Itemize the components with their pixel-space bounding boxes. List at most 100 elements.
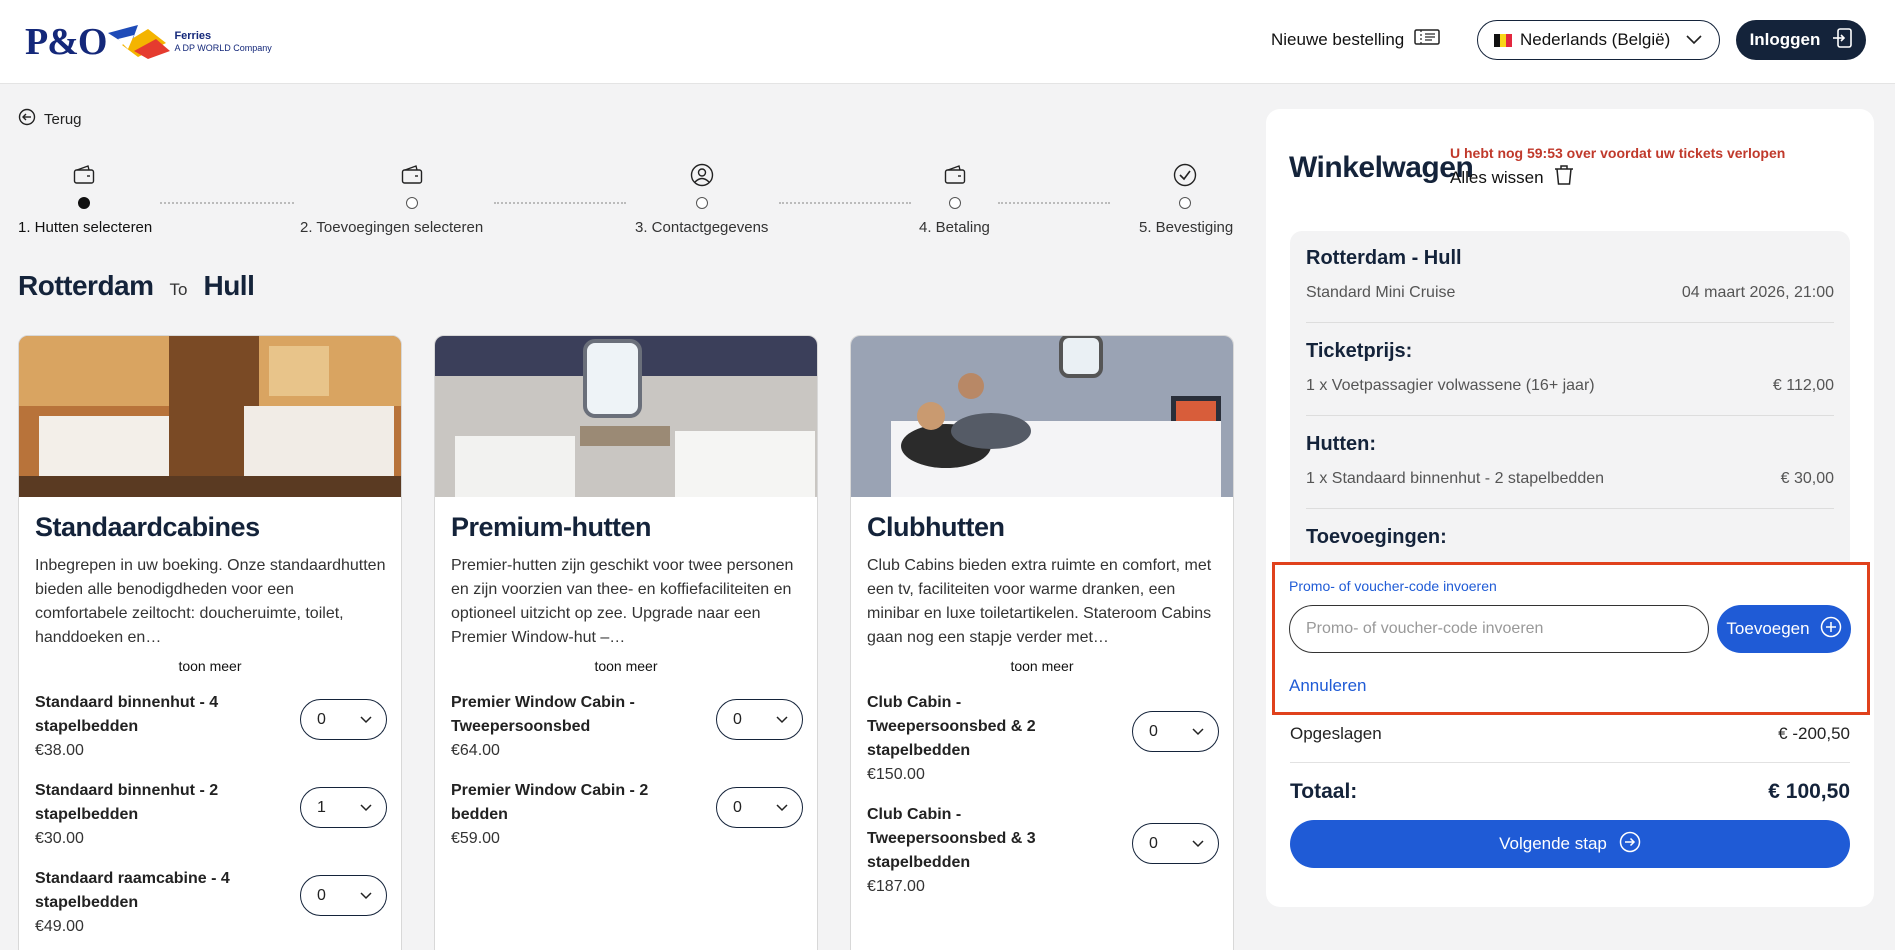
cabin-option: Standaard raamcabine - 4 stapelbedden €4… <box>35 867 387 939</box>
cart-product-row: Standard Mini Cruise 04 maart 2026, 21:0… <box>1306 284 1834 302</box>
quantity-select[interactable]: 0 <box>1132 823 1219 864</box>
promo-label: Promo- of voucher-code invoeren <box>1289 578 1497 594</box>
total-row: Totaal: € 100,50 <box>1290 780 1850 804</box>
ticket-line: 1 x Voetpassagier volwassene (16+ jaar) <box>1306 377 1595 394</box>
step-label: 1. Hutten selecteren <box>18 219 153 236</box>
language-selector[interactable]: Nederlands (België) <box>1477 20 1720 60</box>
option-name: Standaard binnenhut - 4 stapelbedden <box>35 694 219 735</box>
next-step-label: Volgende stap <box>1499 834 1607 853</box>
promo-cancel-link[interactable]: Annuleren <box>1289 676 1367 696</box>
login-label: Inloggen <box>1749 30 1821 49</box>
cabin-card-standard: Standaardcabines Inbegrepen in uw boekin… <box>18 335 402 950</box>
new-order-label: Nieuwe bestelling <box>1271 29 1405 49</box>
expiry-timer: U hebt nog 59:53 over voordat uw tickets… <box>1450 145 1786 161</box>
quantity-value: 1 <box>317 798 326 816</box>
option-price: €49.00 <box>35 918 84 935</box>
clear-all-button[interactable]: Alles wissen <box>1450 164 1574 191</box>
arrow-left-circle-icon <box>18 108 36 130</box>
chevron-down-icon <box>776 799 788 817</box>
card-description: Premier-hutten zijn geschikt voor twee p… <box>451 557 794 646</box>
divider <box>1290 762 1850 763</box>
cabin-photo <box>19 336 401 497</box>
cart-date: 04 maart 2026, 21:00 <box>1681 284 1834 301</box>
cabin-photo <box>851 336 1233 497</box>
step-dot <box>696 197 708 209</box>
cabin-price: € 30,00 <box>1780 470 1834 487</box>
quantity-value: 0 <box>317 886 326 904</box>
card-title: Standaardcabines <box>35 512 260 542</box>
cart-items: Rotterdam - Hull Standard Mini Cruise 04… <box>1290 231 1850 591</box>
cabin-option: Club Cabin - Tweepersoonsbed & 2 stapelb… <box>867 691 1219 787</box>
quantity-select[interactable]: 1 <box>300 787 387 828</box>
brand-logo[interactable]: P&O Ferries A DP WORLD Company <box>25 21 272 63</box>
chevron-down-icon <box>1192 723 1204 741</box>
option-name: Standaard raamcabine - 4 stapelbedden <box>35 870 230 911</box>
chevron-down-icon <box>1686 30 1702 50</box>
ticket-price: € 112,00 <box>1772 377 1834 394</box>
step-label: 4. Betaling <box>919 219 990 236</box>
brand-flag-icon <box>108 25 172 59</box>
card-description: Inbegrepen in uw boeking. Onze standaard… <box>35 557 386 646</box>
step-connector <box>998 202 1110 204</box>
option-price: €187.00 <box>867 878 925 895</box>
chevron-down-icon <box>776 711 788 729</box>
cabin-card-premium: Premium-hutten Premier-hutten zijn gesch… <box>434 335 818 950</box>
option-name: Premier Window Cabin - Tweepersoonsbed <box>451 694 635 735</box>
ticket-heading: Ticketprijs: <box>1306 340 1413 362</box>
cart-route: Rotterdam - Hull <box>1306 247 1462 269</box>
login-icon <box>1832 27 1853 53</box>
wallet-icon <box>401 165 423 190</box>
cabin-option: Premier Window Cabin - 2 bedden €59.00 0 <box>451 779 803 851</box>
total-label: Totaal: <box>1290 780 1358 803</box>
step-dot <box>1179 197 1191 209</box>
plus-circle-icon <box>1820 616 1842 643</box>
cabin-option: Premier Window Cabin - Tweepersoonsbed €… <box>451 691 803 763</box>
language-label: Nederlands (België) <box>1520 30 1671 49</box>
quantity-select[interactable]: 0 <box>300 699 387 740</box>
option-price: €38.00 <box>35 742 84 759</box>
chevron-down-icon <box>1192 835 1204 853</box>
show-more-link[interactable]: toon meer <box>19 658 401 674</box>
card-description: Club Cabins bieden extra ruimte en comfo… <box>867 557 1212 646</box>
savings-row: Opgeslagen € -200,50 <box>1290 724 1850 744</box>
back-link[interactable]: Terug <box>18 108 82 130</box>
divider <box>1306 322 1834 323</box>
option-name: Club Cabin - Tweepersoonsbed & 2 stapelb… <box>867 694 1036 759</box>
promo-add-button[interactable]: Toevoegen <box>1717 605 1851 653</box>
route-to: Hull <box>203 270 255 301</box>
quantity-select[interactable]: 0 <box>716 787 803 828</box>
login-button[interactable]: Inloggen <box>1736 20 1866 60</box>
show-more-link[interactable]: toon meer <box>435 658 817 674</box>
new-order-link[interactable]: Nieuwe bestelling <box>1271 28 1440 51</box>
step-label: 3. Contactgegevens <box>635 219 769 236</box>
next-step-button[interactable]: Volgende stap <box>1290 820 1850 868</box>
route-from: Rotterdam <box>18 270 154 301</box>
cart-title: Winkelwagen <box>1289 151 1474 184</box>
ticket-row: 1 x Voetpassagier volwassene (16+ jaar) … <box>1306 377 1834 395</box>
quantity-select[interactable]: 0 <box>716 699 803 740</box>
cabin-photo <box>435 336 817 497</box>
cabin-card-club: Clubhutten Club Cabins bieden extra ruim… <box>850 335 1234 950</box>
quantity-select[interactable]: 0 <box>300 875 387 916</box>
savings-label: Opgeslagen <box>1290 724 1382 743</box>
cabins-heading: Hutten: <box>1306 433 1376 455</box>
total-value: € 100,50 <box>1768 780 1850 803</box>
savings-value: € -200,50 <box>1778 724 1850 743</box>
route-heading: Rotterdam To Hull <box>18 270 255 302</box>
quantity-select[interactable]: 0 <box>1132 711 1219 752</box>
wallet-icon <box>73 165 95 190</box>
chevron-down-icon <box>360 799 372 817</box>
step-label: 5. Bevestiging <box>1139 219 1234 236</box>
promo-code-input[interactable]: Promo- of voucher-code invoeren <box>1289 605 1709 653</box>
option-name: Standaard binnenhut - 2 stapelbedden <box>35 782 219 823</box>
arrow-right-circle-icon <box>1619 831 1641 858</box>
trash-icon <box>1554 164 1574 191</box>
cabin-option: Standaard binnenhut - 4 stapelbedden €38… <box>35 691 387 763</box>
route-to-word: To <box>169 280 188 299</box>
user-circle-icon <box>690 163 714 192</box>
step-dot <box>406 197 418 209</box>
show-more-link[interactable]: toon meer <box>851 658 1233 674</box>
quantity-value: 0 <box>733 798 742 816</box>
promo-code-section: Promo- of voucher-code invoeren Promo- o… <box>1272 562 1870 715</box>
step-dot-active <box>78 197 90 209</box>
